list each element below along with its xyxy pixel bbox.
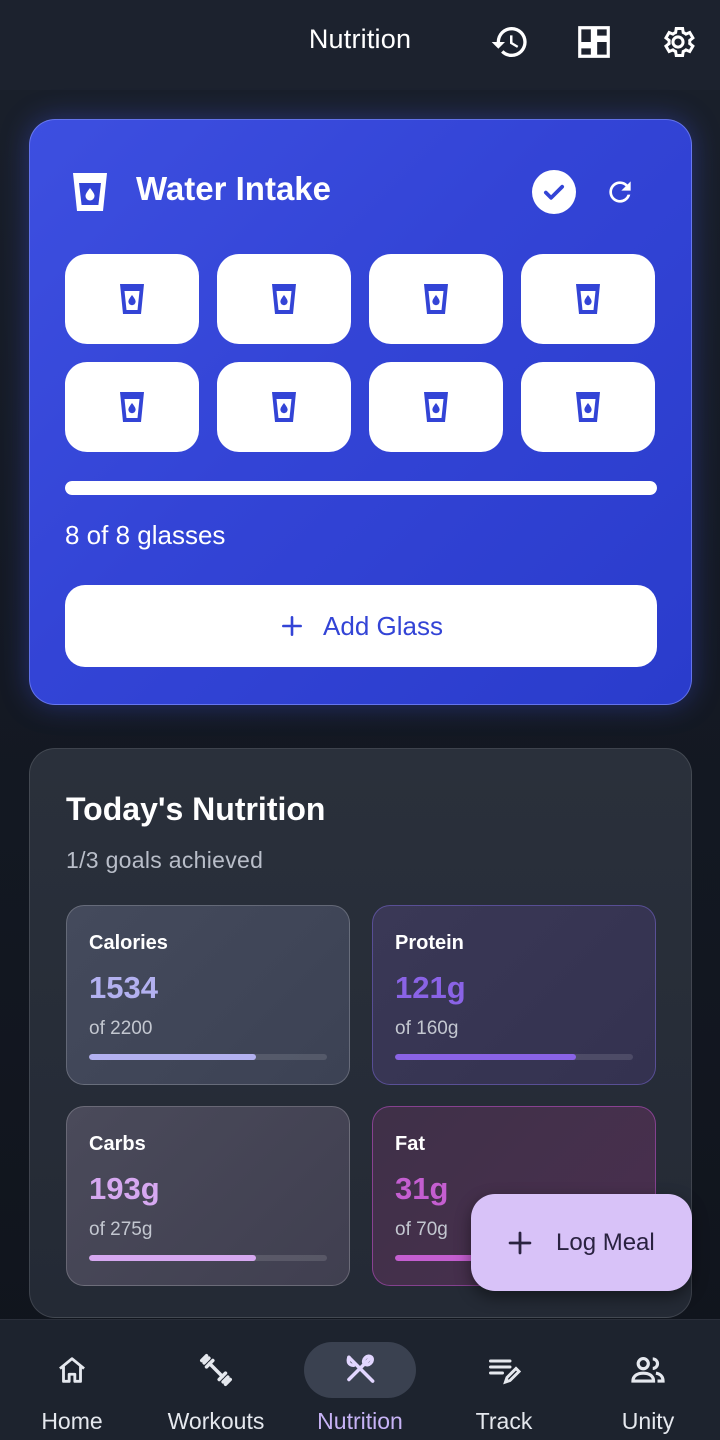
nav-item-home[interactable]: Home [0,1320,144,1440]
nav-item-track[interactable]: Track [432,1320,576,1440]
macro-value: 121g [395,970,466,1005]
nav-label: Nutrition [317,1408,403,1434]
macro-goal: of 2200 [89,1018,153,1039]
home-icon [16,1342,128,1398]
macro-label: Fat [395,1133,425,1155]
water-intake-title: Water Intake [136,170,332,207]
nav-label: Home [41,1408,103,1434]
add-glass-label: Add Glass [323,610,443,641]
macro-goal: of 160g [395,1018,459,1039]
water-glass-button[interactable] [65,254,199,344]
add-glass-button[interactable]: Add Glass [65,585,657,667]
nav-label: Track [475,1408,533,1434]
dashboard-icon[interactable] [574,20,614,64]
plus-icon [282,616,302,636]
nav-item-nutrition[interactable]: Nutrition [288,1320,432,1440]
dumbbell-icon [160,1342,272,1398]
water-cup-icon [70,170,110,214]
top-app-bar: Nutrition [0,0,720,90]
utensils-icon [304,1342,416,1398]
macro-value: 31g [395,1171,449,1206]
macro-progress-bar [89,1054,327,1060]
water-glass-icon [424,392,448,422]
macro-label: Protein [395,932,464,954]
log-meal-label: Log Meal [556,1228,655,1256]
water-glass-button[interactable] [369,254,503,344]
water-glass-icon [272,392,296,422]
glasses-grid [65,254,657,452]
nav-label: Unity [621,1408,675,1434]
water-progress-bar [65,481,657,495]
nav-item-workouts[interactable]: Workouts [144,1320,288,1440]
history-icon[interactable] [490,20,530,64]
macro-value: 1534 [89,970,158,1005]
water-glass-icon [272,284,296,314]
macro-progress-fill [89,1255,256,1261]
macro-progress-bar [89,1255,327,1261]
macro-goal: of 275g [89,1219,153,1240]
nutrition-title: Today's Nutrition [66,791,326,827]
bottom-navigation: Home Workouts Nutrition Track Unity [0,1319,720,1440]
macro-label: Calories [89,932,168,954]
water-glass-button[interactable] [521,362,655,452]
water-glass-icon [120,284,144,314]
water-glass-button[interactable] [521,254,655,344]
edit-list-icon [448,1342,560,1398]
app-root: Nutrition Water Intake 8 of 8 glasses Ad… [0,0,720,1440]
water-intake-card: Water Intake 8 of 8 glasses Add Glass [29,119,692,705]
log-meal-fab[interactable]: Log Meal [471,1194,692,1291]
water-glass-icon [120,392,144,422]
nav-label: Workouts [167,1408,265,1434]
macro-goal: of 70g [395,1219,448,1240]
settings-gear-icon[interactable] [658,20,698,64]
water-glass-icon [576,284,600,314]
water-glass-button[interactable] [217,254,351,344]
water-progress-fill [65,481,657,495]
page-title: Nutrition [308,24,412,54]
water-glass-button[interactable] [65,362,199,452]
water-glass-button[interactable] [217,362,351,452]
macro-progress-fill [89,1054,256,1060]
calories-card[interactable]: Calories 1534 of 2200 [66,905,350,1085]
glass-count-text: 8 of 8 glasses [65,520,226,550]
nav-item-unity[interactable]: Unity [576,1320,720,1440]
carbs-card[interactable]: Carbs 193g of 275g [66,1106,350,1286]
macro-value: 193g [89,1171,160,1206]
water-glass-icon [424,284,448,314]
plus-icon [508,1231,532,1254]
protein-card[interactable]: Protein 121g of 160g [372,905,656,1085]
macro-progress-bar [395,1054,633,1060]
water-glass-button[interactable] [369,362,503,452]
goal-complete-check-icon[interactable] [532,170,576,214]
people-icon [592,1342,704,1398]
water-glass-icon [576,392,600,422]
macro-progress-fill [395,1054,576,1060]
goals-achieved-text: 1/3 goals achieved [66,847,264,873]
macro-label: Carbs [89,1133,146,1155]
reset-refresh-icon[interactable] [600,172,640,212]
